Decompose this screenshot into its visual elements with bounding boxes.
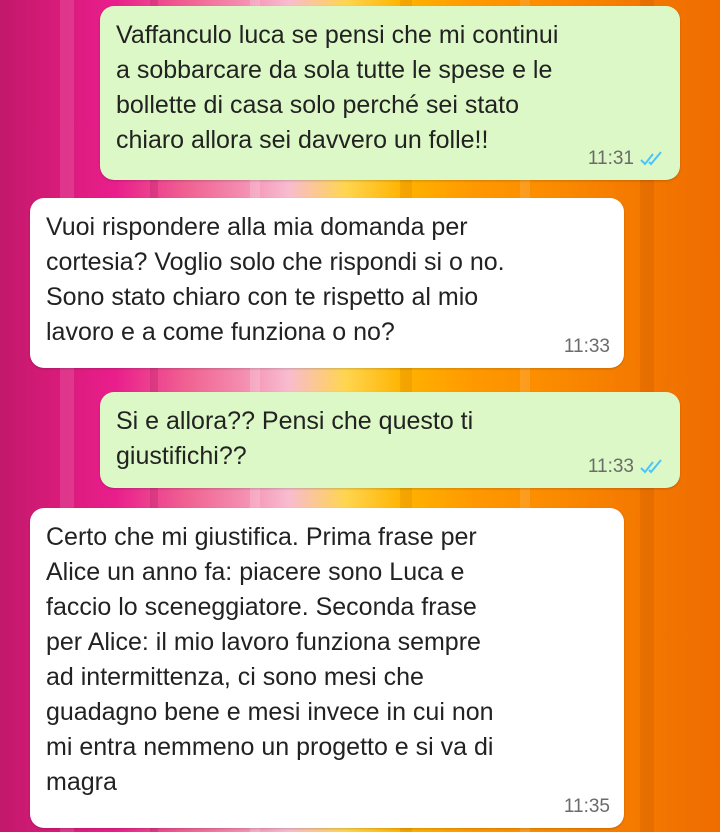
message-time: 11:33 [563,336,610,357]
message-text: Vaffanculo luca se pensi che mi continui… [116,21,559,154]
message-bubble-outgoing[interactable]: Si e allora?? Pensi che questo ti giusti… [100,392,680,488]
double-check-read-icon [640,459,666,475]
message-text: Vuoi rispondere alla mia domanda per cor… [46,213,505,346]
message-bubble-outgoing[interactable]: Vaffanculo luca se pensi che mi continui… [100,6,680,180]
double-check-read-icon [640,151,666,167]
message-bubble-incoming[interactable]: Vuoi rispondere alla mia domanda per cor… [30,198,624,368]
message-text: Si e allora?? Pensi che questo ti giusti… [116,407,474,470]
message-text: Certo che mi giustifica. Prima frase per… [46,523,494,796]
message-time: 11:33 [587,456,634,477]
message-list[interactable]: Vaffanculo luca se pensi che mi continui… [0,0,720,832]
message-bubble-incoming[interactable]: Certo che mi giustifica. Prima frase per… [30,508,624,828]
message-time: 11:31 [587,148,634,169]
message-time: 11:35 [563,796,610,817]
